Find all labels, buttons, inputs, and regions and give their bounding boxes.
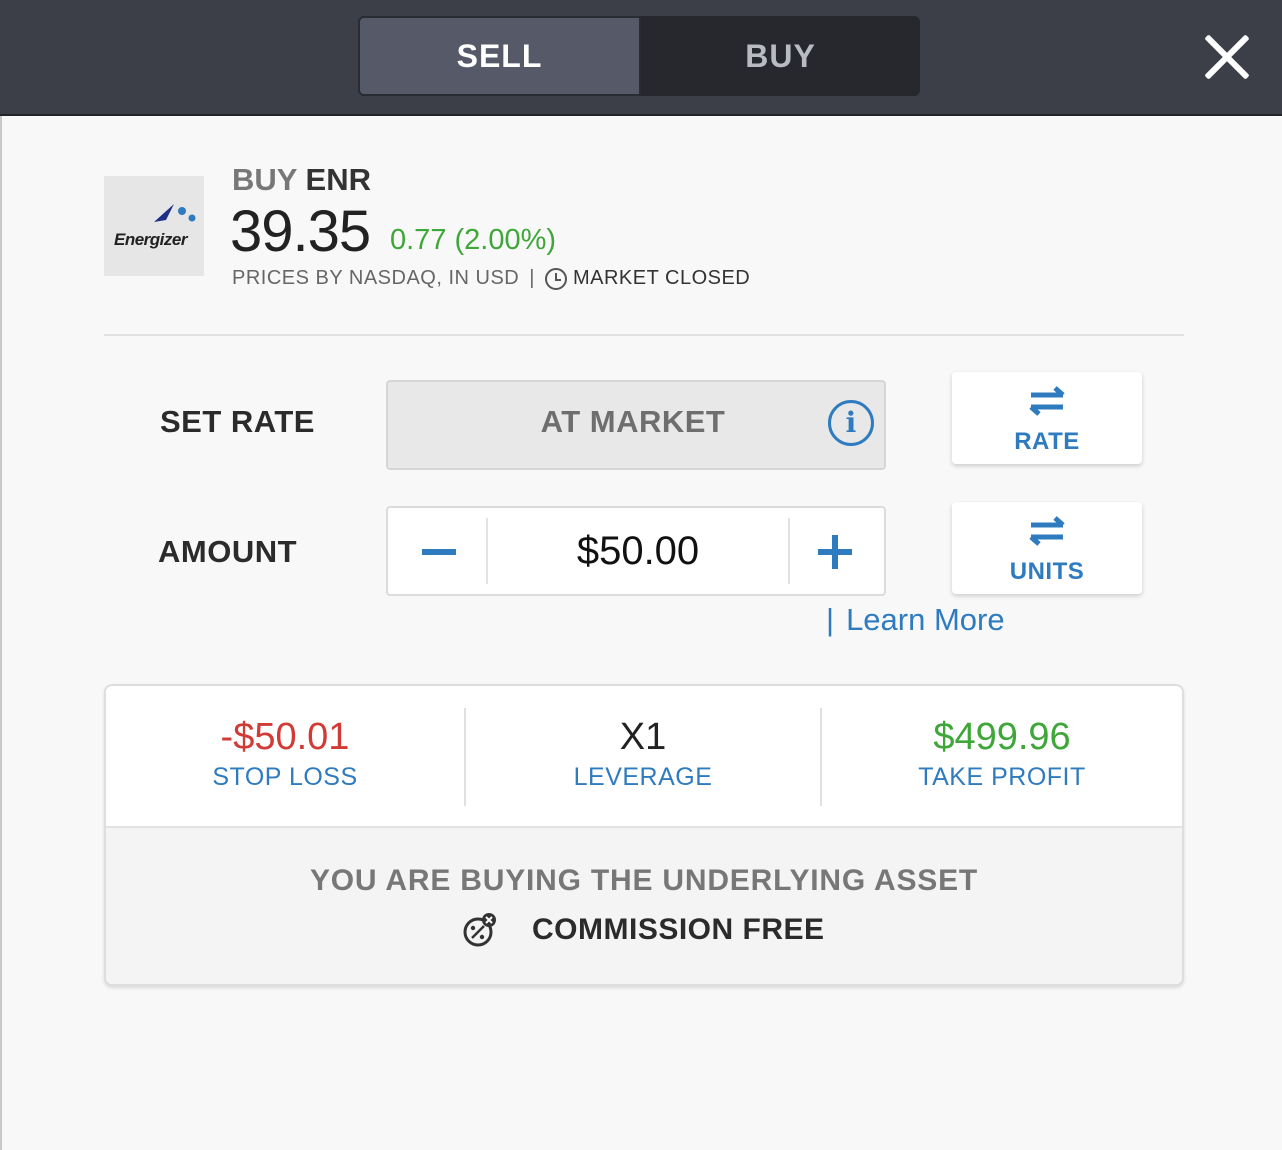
units-toggle-label: UNITS [1009,558,1085,585]
left-border [0,116,2,1150]
rate-value: AT MARKET [540,404,726,439]
take-profit-label: TAKE PROFIT [918,763,1086,791]
trade-action: BUY [232,162,297,197]
stop-loss-value: -$50.01 [220,716,350,758]
amount-stepper [386,506,886,596]
top-bar: SELL BUY [0,0,1282,116]
logo-text: Energizer [114,230,187,249]
clock-icon [544,267,567,290]
price-source-line: PRICES BY NASDAQ, IN USD | MARKET CLOSED [232,267,750,290]
close-icon[interactable] [1200,30,1252,82]
asset-heading: BUY ENR [232,162,371,198]
rate-toggle-button[interactable]: RATE [952,372,1142,464]
separator: | [826,602,835,637]
leverage-value: X1 [619,716,667,758]
market-status: MARKET CLOSED [572,267,751,289]
price-change: 0.77 (2.00%) [390,224,557,256]
units-toggle-button[interactable]: UNITS [952,502,1142,594]
tab-sell[interactable]: SELL [358,16,641,96]
commission-free-row: COMMISSION FREE [462,912,825,948]
swap-arrows-icon [1029,386,1065,416]
swap-arrows-icon [1029,516,1065,546]
asset-logo: Energizer [104,176,204,276]
minus-icon[interactable] [388,508,486,594]
take-profit-stat[interactable]: $499.96 TAKE PROFIT [822,708,1182,808]
plus-icon[interactable] [788,508,884,594]
asset-symbol: ENR [305,162,371,197]
divider [104,334,1184,336]
amount-label: AMOUNT [158,534,298,569]
price-source: PRICES BY NASDAQ, IN USD [232,267,520,289]
tab-buy[interactable]: BUY [641,16,920,96]
info-icon[interactable]: i [828,400,874,446]
trade-summary-card: -$50.01 STOP LOSS X1 LEVERAGE $499.96 TA… [104,684,1184,986]
learn-more-link[interactable]: | Learn More [826,602,1005,638]
leverage-label: LEVERAGE [573,763,713,791]
commission-free-text: COMMISSION FREE [532,913,825,946]
commission-free-icon [463,913,496,947]
take-profit-value: $499.96 [933,716,1071,758]
amount-input[interactable] [488,508,788,594]
rate-field[interactable]: AT MARKET i [386,380,886,470]
trade-direction-tabs: SELL BUY [358,16,920,96]
set-rate-label: SET RATE [160,404,315,439]
underlying-asset-notice: YOU ARE BUYING THE UNDERLYING ASSET [309,864,979,897]
rate-toggle-label: RATE [1014,428,1080,455]
leverage-stat[interactable]: X1 LEVERAGE [466,708,820,808]
asset-price: 39.35 [230,199,371,264]
learn-more-text: Learn More [846,602,1005,637]
commission-notice: YOU ARE BUYING THE UNDERLYING ASSET COMM… [106,826,1182,984]
stop-loss-stat[interactable]: -$50.01 STOP LOSS [106,708,464,808]
energizer-logo-mark [154,204,196,222]
separator: | [529,267,535,289]
stop-loss-label: STOP LOSS [212,763,358,791]
